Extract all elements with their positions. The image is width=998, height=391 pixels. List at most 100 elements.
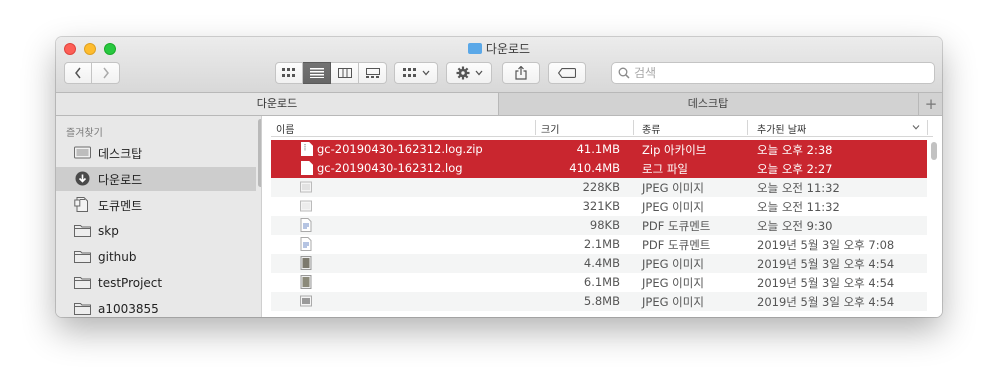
downloads-folder-icon <box>467 43 482 54</box>
image-file-icon <box>300 181 312 193</box>
pdf-file-icon <box>300 237 312 251</box>
sidebar-item-github[interactable]: github <box>56 245 256 269</box>
file-size: 228KB <box>582 180 620 194</box>
share-button[interactable] <box>502 62 540 84</box>
share-icon <box>515 66 527 80</box>
tab-bar: 다운로드 데스크탑 + <box>56 92 942 116</box>
column-divider[interactable] <box>535 120 536 135</box>
sidebar-heading-favorites: 즐겨찾기 <box>66 128 103 139</box>
file-date-added: 오늘 오후 2:38 <box>757 143 833 157</box>
list-view-button[interactable] <box>303 62 331 84</box>
history-navigation <box>64 62 120 84</box>
table-row[interactable]: 98KB PDF 도큐멘트 오늘 오전 9:30 <box>271 216 927 235</box>
sidebar-item-label: skp <box>98 224 119 238</box>
chevron-left-icon <box>75 67 81 79</box>
titlebar: 다운로드 검색 <box>56 37 942 92</box>
sidebar-item-label: 데스크탑 <box>98 146 143 161</box>
sidebar-item-label: a1003855 <box>98 302 159 316</box>
table-row[interactable]: gc-20190430-162312.log 410.4MB 로그 파일 오늘 … <box>271 159 927 178</box>
table-row[interactable]: 228KB JPEG 이미지 오늘 오전 11:32 <box>271 178 927 197</box>
sidebar-item-documents[interactable]: 도큐멘트 <box>56 193 256 217</box>
table-row[interactable]: 6.1MB JPEG 이미지 2019년 5월 3일 오후 4:54 <box>271 273 927 292</box>
file-size: 2.1MB <box>583 237 620 251</box>
file-kind: JPEG 이미지 <box>642 276 704 290</box>
column-header-date-added[interactable]: 추가된 날짜 <box>757 121 806 136</box>
image-file-icon <box>300 295 312 307</box>
column-divider[interactable] <box>633 120 634 135</box>
gallery-view-button[interactable] <box>359 62 387 84</box>
column-divider[interactable] <box>747 120 748 135</box>
list-lines-icon <box>309 68 324 78</box>
window-title-text: 다운로드 <box>485 42 531 56</box>
table-row[interactable]: gc-20190430-162312.log.zip 41.1MB Zip 아카… <box>271 140 927 159</box>
sidebar-item-skp[interactable]: skp <box>56 219 256 243</box>
download-icon <box>75 171 90 186</box>
file-kind: JPEG 이미지 <box>642 257 704 271</box>
sidebar-item-label: testProject <box>98 276 163 290</box>
file-size: 410.4MB <box>569 161 620 175</box>
tags-button[interactable] <box>548 62 586 84</box>
file-list-scrollbar[interactable] <box>931 142 937 160</box>
image-file-icon <box>300 200 312 212</box>
icon-view-button[interactable] <box>275 62 303 84</box>
column-header-kind[interactable]: 종류 <box>642 121 660 136</box>
columns-icon <box>337 68 352 78</box>
document-icon <box>74 197 88 212</box>
file-date-added: 오늘 오후 2:27 <box>757 162 833 176</box>
file-size: 41.1MB <box>576 142 620 156</box>
file-kind: JPEG 이미지 <box>642 181 704 195</box>
file-size: 5.8MB <box>583 294 620 308</box>
file-size: 4.4MB <box>583 256 620 270</box>
log-file-icon <box>301 161 313 175</box>
chevron-down-icon <box>475 70 482 76</box>
folder-icon <box>74 225 91 237</box>
sidebar-item-label: 다운로드 <box>98 172 143 187</box>
sort-chevron-down-icon <box>912 125 920 130</box>
file-kind: PDF 도큐멘트 <box>642 219 711 233</box>
sidebar-item-testproject[interactable]: testProject <box>56 271 256 295</box>
table-row[interactable]: 321KB JPEG 이미지 오늘 오전 11:32 <box>271 197 927 216</box>
new-tab-button[interactable]: + <box>918 93 942 115</box>
file-size: 98KB <box>589 218 620 232</box>
file-date-added: 오늘 오전 11:32 <box>757 200 840 214</box>
file-list: 이름 크기 종류 추가된 날짜 gc-20190430-162312.log.z… <box>262 116 942 317</box>
chevron-right-icon <box>102 67 109 79</box>
view-mode-control <box>275 62 387 84</box>
column-header-name[interactable]: 이름 <box>276 121 294 136</box>
file-size: 321KB <box>582 199 620 213</box>
column-header-size[interactable]: 크기 <box>541 121 559 136</box>
tab-downloads[interactable]: 다운로드 <box>56 93 499 115</box>
column-header-row: 이름 크기 종류 추가된 날짜 <box>271 118 933 137</box>
folder-icon <box>74 303 91 315</box>
icon-grid-icon <box>282 68 295 77</box>
plus-icon: + <box>924 95 938 113</box>
file-kind: Zip 아카이브 <box>642 143 707 157</box>
sidebar-item-downloads[interactable]: 다운로드 <box>56 167 256 191</box>
sidebar-item-label: github <box>98 250 137 264</box>
chevron-down-icon <box>422 70 429 76</box>
action-menu-button[interactable] <box>446 62 492 84</box>
column-view-button[interactable] <box>331 62 359 84</box>
file-date-added: 오늘 오전 9:30 <box>757 219 833 233</box>
sidebar-item-label: 도큐멘트 <box>98 198 143 213</box>
tag-icon <box>558 68 576 78</box>
pdf-file-icon <box>300 218 312 232</box>
sidebar-item-a1003855[interactable]: a1003855 <box>56 297 256 317</box>
folder-icon <box>74 251 91 263</box>
back-button[interactable] <box>64 62 92 84</box>
table-row[interactable]: 4.4MB JPEG 이미지 2019년 5월 3일 오후 4:54 <box>271 254 927 273</box>
search-field[interactable]: 검색 <box>611 62 935 84</box>
table-row[interactable]: 2.1MB PDF 도큐멘트 2019년 5월 3일 오후 7:08 <box>271 235 927 254</box>
tab-desktop[interactable]: 데스크탑 <box>499 93 917 115</box>
zip-file-icon <box>301 142 313 156</box>
group-grid-icon <box>402 68 416 77</box>
table-row[interactable]: 5.8MB JPEG 이미지 2019년 5월 3일 오후 4:54 <box>271 292 927 311</box>
sidebar-item-desktop[interactable]: 데스크탑 <box>56 141 256 165</box>
window-title: 다운로드 <box>56 41 942 57</box>
file-kind: PDF 도큐멘트 <box>642 238 711 252</box>
file-date-added: 오늘 오전 11:32 <box>757 181 840 195</box>
gear-icon <box>456 66 469 80</box>
desktop-icon <box>74 146 91 159</box>
forward-button[interactable] <box>92 62 120 84</box>
group-by-menu-button[interactable] <box>394 62 438 84</box>
